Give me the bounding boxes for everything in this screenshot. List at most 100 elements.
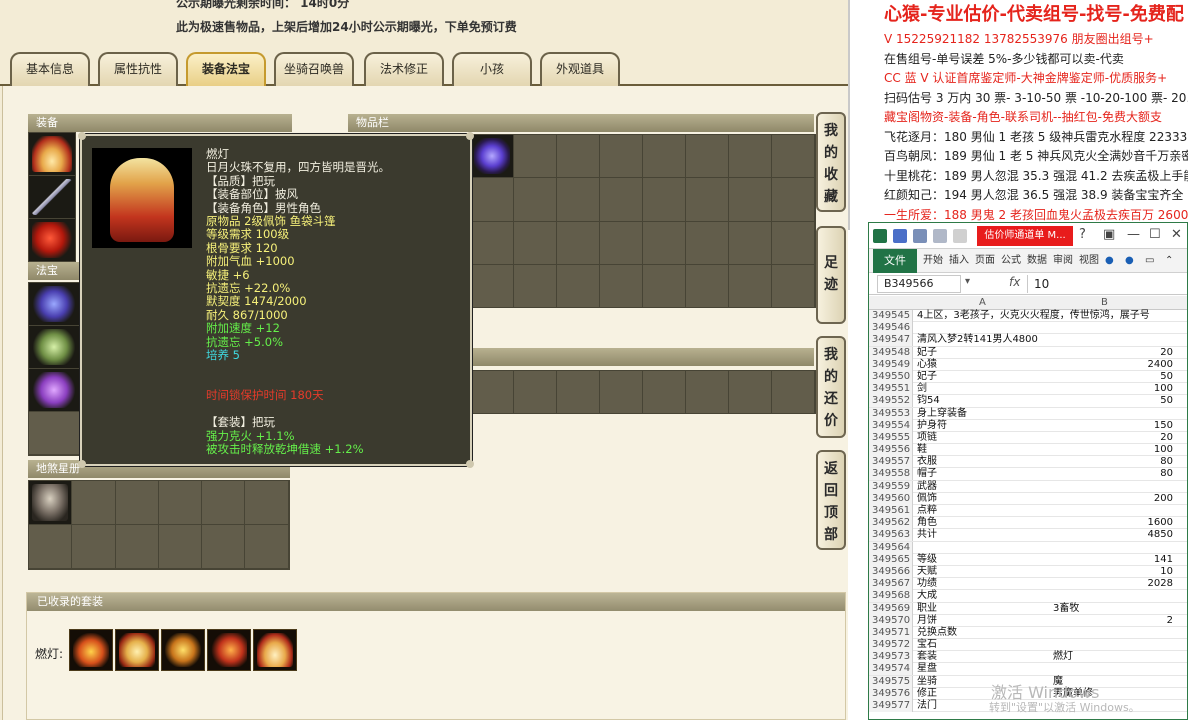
fx-icon[interactable]: fx [1009, 275, 1020, 289]
row-number[interactable]: 349548 [869, 346, 913, 359]
cell-a[interactable]: 武器 [917, 481, 937, 493]
dishaxing-slot[interactable] [245, 525, 288, 568]
inventory-slot[interactable] [514, 221, 556, 264]
dishaxing-slot[interactable] [72, 525, 115, 568]
cell-b[interactable]: 100 [1053, 444, 1173, 456]
cell-a[interactable]: 心猿 [917, 359, 937, 371]
row-number[interactable]: 349566 [869, 565, 913, 578]
inventory-slot[interactable] [471, 178, 513, 221]
dishaxing-slot[interactable] [158, 525, 202, 568]
dishaxing-slot[interactable] [245, 481, 288, 524]
dishaxing-slot[interactable] [115, 481, 158, 524]
inventory-slot[interactable] [557, 264, 599, 308]
footprint-button[interactable]: 足迹 [816, 226, 846, 324]
cell-b[interactable]: 100 [1053, 383, 1173, 395]
inventory-slot[interactable] [514, 264, 556, 308]
row-number[interactable]: 349562 [869, 517, 913, 530]
cell-b[interactable]: 50 [1053, 395, 1173, 407]
cell-a[interactable]: 钧54 [917, 395, 940, 407]
cell-b[interactable]: 80 [1053, 456, 1173, 468]
suit-item-4[interactable] [207, 629, 251, 671]
dishaxing-slot-1[interactable] [29, 481, 72, 524]
dishaxing-slot[interactable] [158, 481, 202, 524]
cell-a[interactable]: 4上区，3老孩子，火克火火程度，传世惊鸿，展子号 [917, 310, 1150, 322]
cell-a[interactable]: 等级 [917, 554, 937, 566]
inventory-slot[interactable] [729, 221, 771, 264]
inventory-slot[interactable] [557, 135, 599, 178]
cell-b[interactable]: 3畜牧 [1053, 603, 1173, 615]
inventory-slot[interactable] [686, 178, 728, 221]
tab-equipment[interactable]: 装备法宝 [186, 52, 266, 86]
inventory-slot[interactable] [557, 221, 599, 264]
cell-b[interactable]: 20 [1053, 347, 1173, 359]
cell-a[interactable]: 衣服 [917, 456, 937, 468]
inventory-slot[interactable] [686, 264, 728, 308]
row-number[interactable]: 349546 [869, 322, 913, 335]
cell-a[interactable]: 剑 [917, 383, 927, 395]
inventory-slot[interactable] [600, 264, 642, 308]
cell-a[interactable]: 身上穿装备 [917, 408, 967, 420]
inventory-slot[interactable] [514, 135, 556, 178]
row-number[interactable]: 349565 [869, 553, 913, 566]
cell-a[interactable]: 帽子 [917, 468, 937, 480]
cell-a[interactable]: 角色 [917, 517, 937, 529]
inventory-slot[interactable] [643, 264, 685, 308]
cell-a[interactable]: 职业 [917, 603, 937, 615]
undo-icon[interactable] [913, 229, 927, 243]
tab-basic-info[interactable]: 基本信息 [10, 52, 90, 86]
ribbon-file-tab[interactable]: 文件 [873, 249, 917, 273]
name-box[interactable]: B349566 [877, 275, 961, 293]
cell-a[interactable]: 修正 [917, 688, 937, 700]
cell-a[interactable]: 坐骑 [917, 676, 937, 688]
inventory-slot[interactable] [729, 264, 771, 308]
dishaxing-slot[interactable] [202, 481, 245, 524]
column-b-header[interactable]: B [1101, 296, 1108, 310]
inventory-slot[interactable] [686, 221, 728, 264]
row-number[interactable]: 349576 [869, 687, 913, 700]
cell-b[interactable]: 2028 [1053, 578, 1173, 590]
suit-item-5[interactable] [253, 629, 297, 671]
tab-children[interactable]: 小孩 [452, 52, 532, 86]
inventory-slot[interactable] [600, 135, 642, 178]
dishaxing-slot[interactable] [202, 525, 245, 568]
inventory-slot[interactable] [557, 178, 599, 221]
cell-a[interactable]: 佩饰 [917, 493, 937, 505]
row-number[interactable]: 349561 [869, 505, 913, 517]
help-question-icon[interactable]: ? [1079, 227, 1086, 242]
tab-appearance[interactable]: 外观道具 [540, 52, 620, 86]
row-number[interactable]: 349574 [869, 663, 913, 676]
row-number[interactable]: 349556 [869, 444, 913, 457]
ribbon-tab-page[interactable]: 页面 [975, 249, 995, 273]
row-number[interactable]: 349552 [869, 395, 913, 408]
cell-b[interactable]: 141 [1053, 554, 1173, 566]
cell-a[interactable]: 法门 [917, 700, 937, 712]
cell-a[interactable]: 共计 [917, 529, 937, 541]
row-number[interactable]: 349558 [869, 468, 913, 481]
inventory-slot[interactable] [772, 178, 814, 221]
row-number[interactable]: 349572 [869, 639, 913, 652]
row-number[interactable]: 349575 [869, 675, 913, 688]
dishaxing-slot[interactable] [115, 525, 158, 568]
equip-slot-weapon[interactable] [29, 176, 75, 218]
inventory-slot[interactable] [471, 221, 513, 264]
fabao-slot-3[interactable] [29, 369, 79, 411]
close-icon[interactable]: ✕ [1171, 227, 1182, 242]
lightbulb-icon[interactable]: ● [1105, 249, 1114, 273]
row-number[interactable]: 349557 [869, 456, 913, 469]
cell-a[interactable]: 鞋 [917, 444, 927, 456]
account-icon[interactable]: ▭ [1145, 249, 1154, 273]
cell-a[interactable]: 护身符 [917, 420, 947, 432]
inventory-slot[interactable] [643, 178, 685, 221]
row-number[interactable]: 349549 [869, 358, 913, 371]
cell-b[interactable]: 20 [1053, 432, 1173, 444]
row-number[interactable]: 349547 [869, 334, 913, 347]
ribbon-tab-data[interactable]: 数据 [1027, 249, 1047, 273]
ribbon-tab-review[interactable]: 审阅 [1053, 249, 1073, 273]
cell-b[interactable]: 10 [1053, 566, 1173, 578]
cell-a[interactable]: 兑换点数 [917, 627, 957, 639]
row-number[interactable]: 349560 [869, 492, 913, 505]
redo-icon[interactable] [933, 229, 947, 243]
inventory-slot[interactable] [514, 178, 556, 221]
inventory-slot[interactable] [643, 135, 685, 178]
name-box-dropdown-icon[interactable]: ▾ [965, 276, 970, 287]
